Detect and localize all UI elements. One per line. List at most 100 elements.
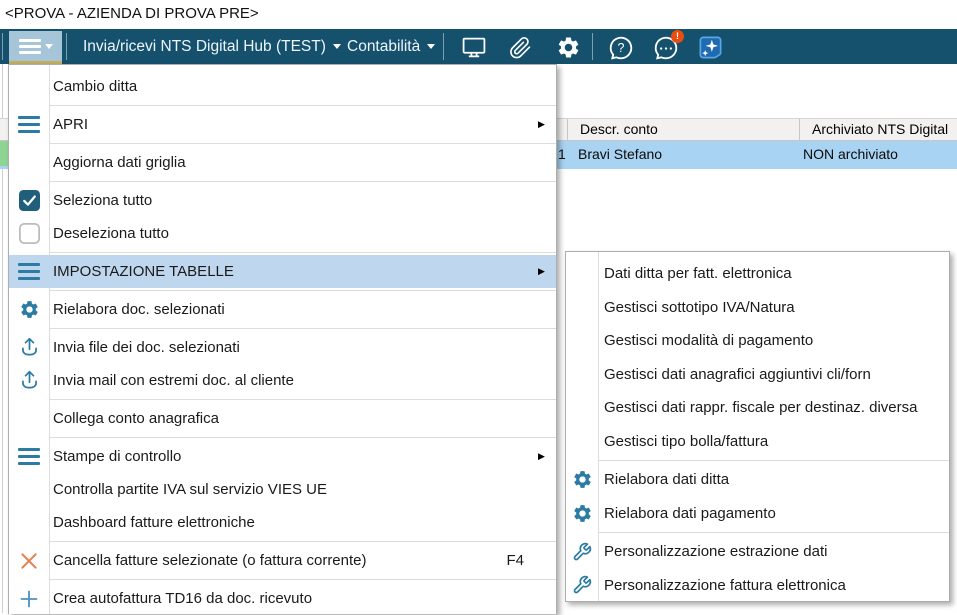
main-menu: Cambio dittaAPRI▶Aggiorna dati grigliaSe… — [8, 64, 557, 614]
cell-conto-fragment: 1 — [558, 141, 566, 169]
toolbar-divider — [2, 33, 3, 60]
menu-item-aggiorna-dati-griglia[interactable]: Aggiorna dati griglia — [9, 146, 556, 179]
upload-icon — [19, 337, 40, 358]
monitor-icon[interactable] — [460, 34, 487, 61]
menu-item-label: Gestisci sottotipo IVA/Natura — [598, 299, 931, 316]
chevron-down-icon — [427, 44, 435, 49]
submenu-arrow-icon: ▶ — [538, 266, 556, 277]
column-header-descr-conto[interactable]: Descr. conto — [567, 119, 799, 141]
menu-item-personalizzazione-fattura-elettronica[interactable]: Personalizzazione fattura elettronica — [566, 569, 949, 603]
sparkle-badge-icon[interactable] — [697, 34, 724, 61]
menu-separator — [49, 181, 556, 182]
menu-item-impostazione-tabelle[interactable]: IMPOSTAZIONE TABELLE▶ — [9, 255, 556, 288]
window-title: <PROVA - AZIENDA DI PROVA PRE> — [0, 0, 957, 29]
menu-item-label: Collega conto anagrafica — [49, 410, 538, 427]
menu-item-icon-cell — [566, 503, 598, 524]
menu-item-label: Aggiorna dati griglia — [49, 154, 538, 171]
menu-item-rielabora-dati-ditta[interactable]: Rielabora dati ditta — [566, 463, 949, 497]
notification-badge: ! — [671, 30, 684, 43]
wrench-icon — [572, 575, 592, 595]
menu-item-icon-cell — [9, 223, 49, 244]
submenu-arrow-icon: ▶ — [538, 451, 556, 462]
menu-item-label: Deseleziona tutto — [49, 225, 538, 242]
menu-item-label: Cambio ditta — [49, 78, 538, 95]
menu-item-label: APRI — [49, 116, 538, 133]
hamburger-icon — [18, 116, 40, 133]
menu-separator — [49, 328, 556, 329]
menu-item-cancella-fatture-selezionate-o-fattura-cor[interactable]: Cancella fatture selezionate (o fattura … — [9, 544, 556, 577]
dropdown-invia-ricevi[interactable]: Invia/ricevi NTS Digital Hub (TEST) — [83, 29, 341, 64]
gear-icon[interactable] — [555, 34, 582, 61]
menu-item-seleziona-tutto[interactable]: Seleziona tutto — [9, 184, 556, 217]
menu-separator — [49, 437, 556, 438]
hamburger-icon — [19, 36, 41, 57]
menu-item-icon-cell — [566, 575, 598, 595]
chat-icon[interactable]: ! — [652, 34, 679, 61]
menu-item-apri[interactable]: APRI▶ — [9, 108, 556, 141]
hamburger-icon — [18, 448, 40, 465]
menu-separator — [598, 460, 949, 461]
menu-separator — [49, 252, 556, 253]
menu-item-deseleziona-tutto[interactable]: Deseleziona tutto — [9, 217, 556, 250]
menu-item-gestisci-dati-rappr-fiscale-per-destinaz-d[interactable]: Gestisci dati rappr. fiscale per destina… — [566, 391, 949, 425]
menu-item-icon-cell — [9, 337, 49, 358]
menu-item-rielabora-dati-pagamento[interactable]: Rielabora dati pagamento — [566, 497, 949, 531]
gear-teal-icon — [19, 299, 40, 320]
menu-item-controlla-partite-iva-sul-servizio-vies-ue[interactable]: Controlla partite IVA sul servizio VIES … — [9, 473, 556, 506]
chevron-down-icon — [333, 44, 341, 49]
paperclip-icon[interactable] — [507, 34, 534, 61]
cell-descr-conto: Bravi Stefano — [578, 141, 662, 169]
menu-item-gestisci-tipo-bolla-fattura[interactable]: Gestisci tipo bolla/fattura — [566, 425, 949, 459]
menu-item-icon-cell — [9, 448, 49, 465]
dropdown-label: Invia/ricevi NTS Digital Hub (TEST) — [83, 38, 326, 56]
menu-item-personalizzazione-estrazione-dati[interactable]: Personalizzazione estrazione dati — [566, 535, 949, 569]
menu-item-dati-ditta-per-fatt-elettronica[interactable]: Dati ditta per fatt. elettronica — [566, 257, 949, 291]
menu-item-icon-cell — [9, 589, 49, 609]
menu-item-label: Seleziona tutto — [49, 192, 538, 209]
menu-item-stampe-di-controllo[interactable]: Stampe di controllo▶ — [9, 440, 556, 473]
menu-item-collega-conto-anagrafica[interactable]: Collega conto anagrafica — [9, 402, 556, 435]
toolbar-divider — [443, 33, 444, 60]
checkbox-unchecked-icon — [19, 223, 40, 244]
menu-item-icon-cell — [566, 542, 598, 562]
hamburger-menu-button[interactable] — [9, 31, 62, 64]
menu-item-gestisci-sottotipo-iva-natura[interactable]: Gestisci sottotipo IVA/Natura — [566, 291, 949, 325]
menu-item-dashboard-fatture-elettroniche[interactable]: Dashboard fatture elettroniche — [9, 506, 556, 539]
menu-item-gestisci-dati-anagrafici-aggiuntivi-cli-fo[interactable]: Gestisci dati anagrafici aggiuntivi cli/… — [566, 358, 949, 392]
toolbar-divider — [592, 33, 593, 60]
menu-item-icon-cell — [9, 190, 49, 211]
menu-item-rielabora-doc-selezionati[interactable]: Rielabora doc. selezionati — [9, 293, 556, 326]
upload-icon — [19, 370, 40, 391]
menu-item-shortcut: F4 — [506, 552, 538, 569]
dropdown-contabilita[interactable]: Contabilità — [347, 29, 435, 64]
help-icon[interactable]: ? — [607, 34, 634, 61]
menu-separator — [49, 143, 556, 144]
menu-item-label: Cancella fatture selezionate (o fattura … — [49, 552, 506, 569]
menu-item-label: Personalizzazione estrazione dati — [598, 543, 931, 560]
menu-item-gestisci-modalit-di-pagamento[interactable]: Gestisci modalità di pagamento — [566, 324, 949, 358]
menu-item-label: Crea autofattura TD16 da doc. ricevuto — [49, 590, 538, 607]
column-header-archiviato[interactable]: Archiviato NTS Digital Hub — [799, 119, 957, 141]
menu-item-invia-mail-con-estremi-doc-al-cliente[interactable]: Invia mail con estremi doc. al cliente — [9, 364, 556, 397]
menu-item-cambio-ditta[interactable]: Cambio ditta — [9, 70, 556, 103]
menu-item-label: Controlla partite IVA sul servizio VIES … — [49, 481, 538, 498]
menu-separator — [49, 105, 556, 106]
menu-item-label: IMPOSTAZIONE TABELLE — [49, 263, 538, 280]
menu-item-label: Gestisci dati rappr. fiscale per destina… — [598, 399, 931, 416]
hamburger-icon — [18, 263, 40, 280]
menu-item-label: Invia file dei doc. selezionati — [49, 339, 538, 356]
menu-item-label: Gestisci tipo bolla/fattura — [598, 433, 931, 450]
cell-archiviato: NON archiviato — [803, 141, 898, 169]
menu-item-icon-cell — [9, 116, 49, 133]
menu-item-label: Dati ditta per fatt. elettronica — [598, 265, 931, 282]
wrench-icon — [572, 542, 592, 562]
chevron-down-icon — [45, 44, 53, 49]
delete-x-icon — [19, 551, 39, 571]
menu-item-label: Personalizzazione fattura elettronica — [598, 577, 931, 594]
menu-item-label: Stampe di controllo — [49, 448, 538, 465]
menu-item-invia-file-dei-doc-selezionati[interactable]: Invia file dei doc. selezionati — [9, 331, 556, 364]
toolbar-divider — [66, 33, 67, 60]
svg-text:?: ? — [617, 40, 624, 54]
menu-item-label: Gestisci dati anagrafici aggiuntivi cli/… — [598, 366, 931, 383]
menu-item-crea-autofattura-td16-da-doc-ricevuto[interactable]: Crea autofattura TD16 da doc. ricevuto — [9, 582, 556, 615]
